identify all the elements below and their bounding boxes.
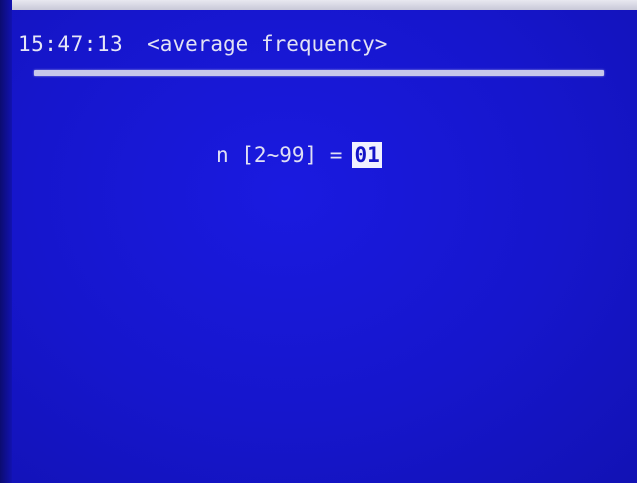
clock: 15:47:13 xyxy=(18,32,124,56)
screen-title: <average frequency> xyxy=(147,32,388,56)
header-bar: 15:47:13 <average frequency> xyxy=(18,28,387,60)
parameter-row: n [2~99] = 01 xyxy=(216,140,382,170)
parameter-label: n [2~99] = xyxy=(216,143,343,167)
instrument-display: 15:47:13 <average frequency> n [2~99] = … xyxy=(0,0,637,483)
header-divider xyxy=(34,70,604,76)
bezel-left xyxy=(0,0,12,483)
parameter-value-field[interactable]: 01 xyxy=(352,142,382,168)
bezel-top xyxy=(0,0,637,10)
